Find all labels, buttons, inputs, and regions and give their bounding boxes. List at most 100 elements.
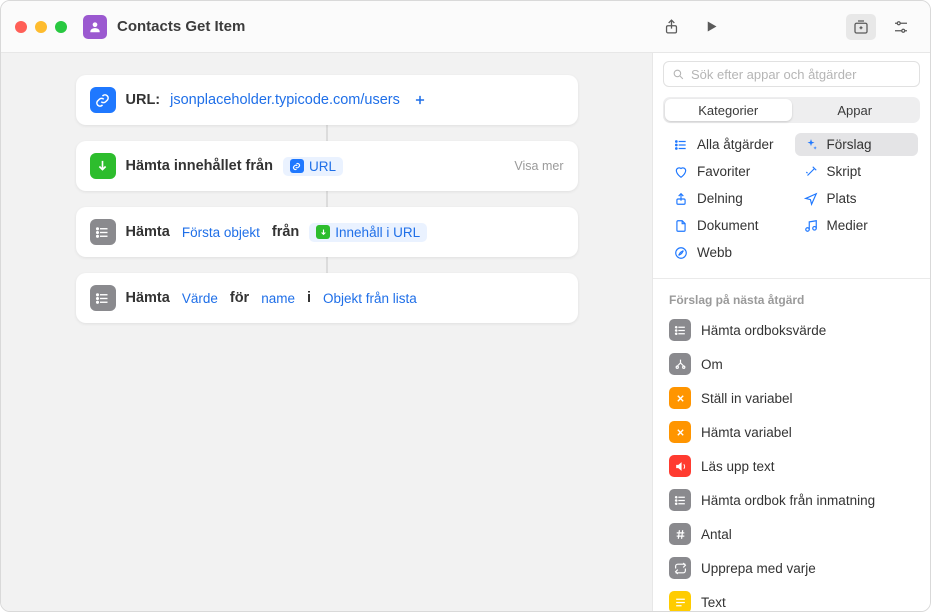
share-icon [673,192,689,206]
show-more-button[interactable]: Visa mer [514,159,563,173]
suggestion-item[interactable]: Hämta variabel [663,415,920,449]
titlebar: Contacts Get Item [1,1,930,53]
x-icon [669,421,691,443]
suggestion-label: Om [701,357,723,372]
cat-all-actions[interactable]: Alla åtgärder [665,133,789,156]
cat-label: Dokument [697,218,759,233]
list-icon [669,489,691,511]
cat-scripting[interactable]: Skript [795,160,919,183]
suggestion-label: Upprepa med varje [701,561,816,576]
action-text: från [272,224,299,240]
workflow-canvas[interactable]: URL: jsonplaceholder.typicode.com/users … [1,53,652,611]
cat-suggestions[interactable]: Förslag [795,133,919,156]
suggestion-item[interactable]: Hämta ordboksvärde [663,313,920,347]
download-icon [90,153,116,179]
tab-categories[interactable]: Kategorier [665,99,792,121]
suggestion-item[interactable]: Läs upp text [663,449,920,483]
settings-button[interactable] [886,14,916,40]
safari-icon [673,246,689,260]
add-url-button[interactable] [410,90,430,110]
cat-web[interactable]: Webb [665,241,789,264]
suggestion-label: Hämta ordbok från inmatning [701,493,875,508]
divider [653,278,930,279]
action-text: Hämta [126,224,170,240]
suggestions-list: Förslag på nästa åtgärd Hämta ordboksvär… [653,287,930,611]
minimize-window-button[interactable] [35,21,47,33]
run-button[interactable] [696,14,726,40]
param-value[interactable]: Värde [180,289,220,308]
search-field[interactable]: Sök efter appar och åtgärder [663,61,920,87]
cat-media[interactable]: Medier [795,214,919,237]
cat-documents[interactable]: Dokument [665,214,789,237]
window-controls [15,21,67,33]
url-label: URL: [126,92,161,108]
action-text: Hämta innehållet från [126,158,273,174]
cat-label: Plats [827,191,857,206]
action-get-contents[interactable]: Hämta innehållet från URL Visa mer [76,141,578,191]
location-icon [803,192,819,206]
category-grid: Alla åtgärder Förslag Favoriter Skript D… [653,133,930,274]
list-icon [673,138,689,152]
cat-label: Alla åtgärder [697,137,774,152]
download-icon [316,225,330,239]
link-icon [90,87,116,113]
action-text: Hämta [126,290,170,306]
search-icon [672,68,685,81]
action-get-item-from-list[interactable]: Hämta Första objekt från Innehåll i URL [76,207,578,257]
suggestion-label: Text [701,595,726,610]
music-icon [803,219,819,233]
variable-token-url-contents[interactable]: Innehåll i URL [309,223,427,242]
cat-favorites[interactable]: Favoriter [665,160,789,183]
search-placeholder: Sök efter appar och åtgärder [691,67,857,82]
body: URL: jsonplaceholder.typicode.com/users … [1,53,930,611]
hash-icon [669,523,691,545]
tab-apps[interactable]: Appar [792,99,919,121]
share-button[interactable] [656,14,686,40]
connector [326,125,328,141]
suggestion-label: Hämta variabel [701,425,792,440]
document-icon [673,219,689,233]
window-title: Contacts Get Item [117,18,245,35]
suggestion-label: Ställ in variabel [701,391,793,406]
repeat-icon [669,557,691,579]
zoom-window-button[interactable] [55,21,67,33]
heart-icon [673,165,689,179]
connector [326,257,328,273]
action-get-dictionary-value[interactable]: Hämta Värde för name i Objekt från lista [76,273,578,323]
suggestion-item[interactable]: Ställ in variabel [663,381,920,415]
suggestion-item[interactable]: Antal [663,517,920,551]
list-icon [90,219,116,245]
token-label: Innehåll i URL [335,225,420,240]
sound-icon [669,455,691,477]
list-icon [669,319,691,341]
token-label: URL [309,159,336,174]
action-library-sidebar: Sök efter appar och åtgärder Kategorier … [652,53,930,611]
shortcut-app-icon [83,15,107,39]
param-dictionary[interactable]: Objekt från lista [321,289,419,308]
suggestion-label: Läs upp text [701,459,775,474]
variable-token-url[interactable]: URL [283,157,343,176]
branch-icon [669,353,691,375]
suggestion-item[interactable]: Hämta ordbok från inmatning [663,483,920,517]
wand-icon [803,165,819,179]
cat-location[interactable]: Plats [795,187,919,210]
suggestion-label: Hämta ordboksvärde [701,323,826,338]
action-url[interactable]: URL: jsonplaceholder.typicode.com/users [76,75,578,125]
param-first-item[interactable]: Första objekt [180,223,262,242]
cat-label: Webb [697,245,732,260]
close-window-button[interactable] [15,21,27,33]
x-icon [669,387,691,409]
link-icon [290,159,304,173]
param-key-name[interactable]: name [259,289,297,308]
action-text: i [307,290,311,306]
cat-label: Delning [697,191,743,206]
suggestion-label: Antal [701,527,732,542]
suggestion-item[interactable]: Upprepa med varje [663,551,920,585]
cat-label: Medier [827,218,868,233]
cat-sharing[interactable]: Delning [665,187,789,210]
library-segmented-control: Kategorier Appar [663,97,920,123]
suggestion-item[interactable]: Text [663,585,920,611]
suggestion-item[interactable]: Om [663,347,920,381]
library-toggle-button[interactable] [846,14,876,40]
url-value[interactable]: jsonplaceholder.typicode.com/users [170,92,400,108]
